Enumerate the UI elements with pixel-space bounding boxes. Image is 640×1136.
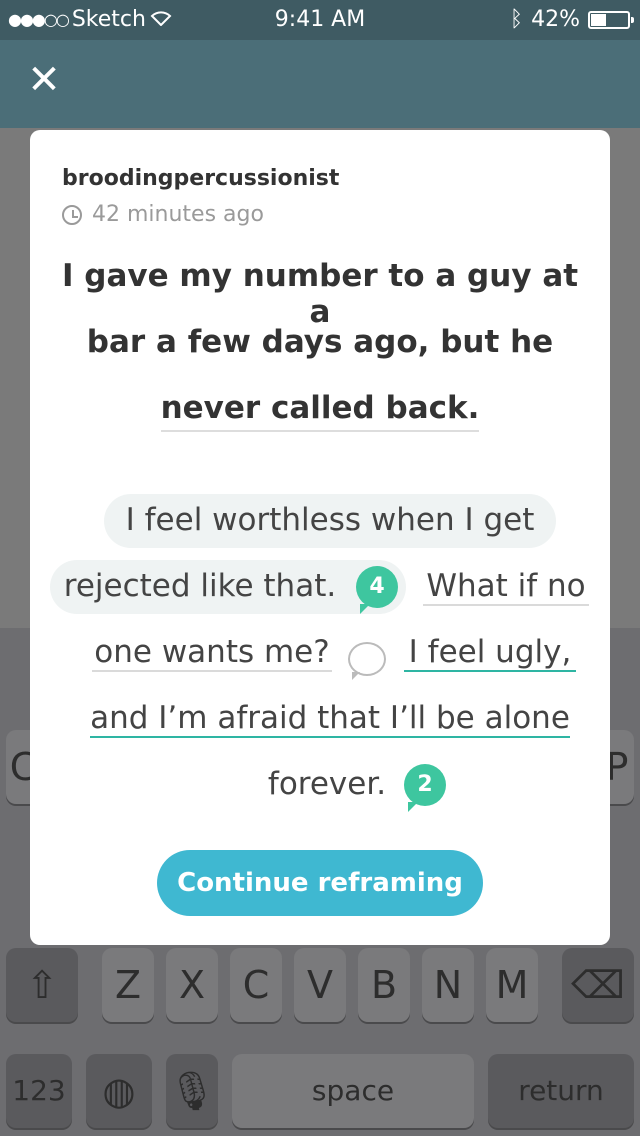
battery-percent: 42% [531,7,580,32]
sentence-2-line-1[interactable]: What if no [423,568,589,606]
bluetooth-icon: ᛒ [509,7,524,32]
nav-bar: ✕ [0,40,640,128]
key-b[interactable]: B [358,948,410,1022]
shift-key[interactable]: ⇧ [6,948,78,1022]
battery-group: ᛒ 42% [509,7,634,32]
comment-count-badge[interactable]: 4 [356,566,398,614]
delete-key[interactable]: ⌫ [562,948,634,1022]
comment-count-badge-2[interactable]: 2 [404,764,446,812]
clock-icon [62,204,82,225]
sentence-2-line-2[interactable]: one wants me? [92,634,332,672]
globe-key[interactable]: ◍ [86,1054,152,1128]
status-bar: ●●●○○ Sketch 9:41 AM ᛒ 42% [0,0,640,40]
key-c[interactable]: C [230,948,282,1022]
mic-key[interactable]: 🎙 [166,1054,218,1128]
timestamp: 42 minutes ago [92,202,264,227]
headline-line-3: never called back. [60,390,580,432]
sentence-3-line-1[interactable]: I feel ugly, [404,634,576,672]
sentence-3-line-3[interactable]: forever. [260,766,394,802]
close-icon[interactable]: ✕ [24,60,64,100]
sentence-1-line-1[interactable]: I feel worthless when I get [104,502,556,538]
sentence-1-line-2[interactable]: rejected like that. [50,568,350,604]
space-key[interactable]: space [232,1054,474,1128]
username: broodingpercussionist [62,166,340,191]
reframe-card: broodingpercussionist 42 minutes ago I g… [30,130,610,945]
return-key[interactable]: return [488,1054,634,1128]
globe-icon: ◍ [102,1069,136,1113]
shift-icon: ⇧ [26,963,58,1007]
headline-line-2: bar a few days ago, but he [86,324,554,360]
numbers-key[interactable]: 123 [6,1054,72,1128]
battery-icon [588,10,634,29]
post-time: 42 minutes ago [62,202,264,227]
key-n[interactable]: N [422,948,474,1022]
comment-empty-icon[interactable] [348,642,386,680]
key-x[interactable]: X [166,948,218,1022]
key-v[interactable]: V [294,948,346,1022]
key-z[interactable]: Z [102,948,154,1022]
continue-reframing-button[interactable]: Continue reframing [157,850,483,916]
backspace-icon: ⌫ [571,963,625,1007]
headline-text-3: never called back. [160,390,480,432]
sentence-3-line-2[interactable]: and I’m afraid that I’ll be alone [90,700,570,738]
microphone-icon: 🎙 [167,1069,217,1113]
headline-line-1: I gave my number to a guy at a [61,258,579,330]
key-m[interactable]: M [486,948,538,1022]
